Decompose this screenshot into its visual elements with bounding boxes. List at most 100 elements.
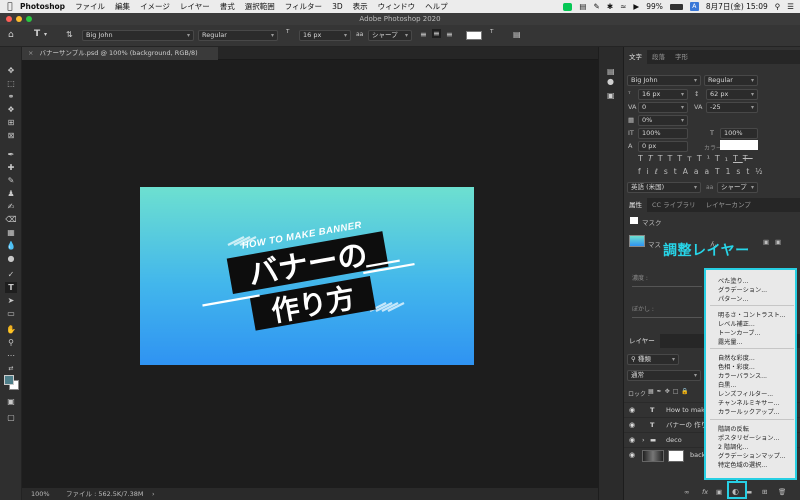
healing-brush-tool-icon[interactable]: ✚ bbox=[5, 162, 17, 173]
quick-mask-icon[interactable]: ▣ bbox=[5, 396, 17, 407]
brush-tool-icon[interactable]: ✎ bbox=[5, 175, 17, 186]
menu-file[interactable]: ファイル bbox=[75, 1, 105, 12]
menu-item-exposure[interactable]: 露光量... bbox=[718, 337, 742, 346]
more-tools-icon[interactable]: ⋯ bbox=[5, 350, 17, 361]
line-icon[interactable] bbox=[563, 2, 573, 11]
visibility-eye-icon[interactable]: ◉ bbox=[629, 448, 635, 463]
tab-paragraph[interactable]: 段落 bbox=[647, 50, 670, 64]
layer-style-fx-icon[interactable]: fx bbox=[702, 488, 708, 496]
char-antialias[interactable]: シャープ ▾ bbox=[717, 182, 758, 193]
wifi-icon[interactable]: ≈ bbox=[620, 2, 626, 11]
font-style-select[interactable]: Regular ▾ bbox=[198, 30, 278, 41]
all-caps-icon[interactable]: TT bbox=[658, 154, 678, 163]
link-layers-icon[interactable]: ∞ bbox=[684, 488, 689, 496]
menu-item-selective-color[interactable]: 特定色域の選択... bbox=[718, 460, 767, 469]
swap-colors-icon[interactable]: ⇄ bbox=[5, 363, 17, 374]
menu-item-black-white[interactable]: 白黒... bbox=[718, 380, 736, 389]
menu-image[interactable]: イメージ bbox=[140, 1, 170, 12]
zoom-level[interactable]: 100% bbox=[31, 488, 50, 500]
char-horizontal-scale[interactable]: 100% bbox=[720, 128, 758, 139]
menu-item-channel-mixer[interactable]: チャンネルミキサー... bbox=[718, 398, 779, 407]
visibility-eye-icon[interactable]: ◉ bbox=[629, 403, 635, 418]
faux-bold-icon[interactable]: T bbox=[638, 154, 648, 163]
antialias-select[interactable]: シャープ ▾ bbox=[368, 30, 412, 41]
visibility-eye-icon[interactable]: ◉ bbox=[629, 433, 635, 448]
menu-item-vibrance[interactable]: 自然な彩度... bbox=[718, 353, 755, 362]
close-window-button[interactable] bbox=[6, 16, 12, 22]
bluetooth-icon[interactable]: ✱ bbox=[607, 2, 613, 11]
menu-type[interactable]: 書式 bbox=[220, 1, 235, 12]
superscript-icon[interactable]: T¹ bbox=[697, 154, 715, 163]
mask-thumbnail[interactable] bbox=[629, 235, 645, 247]
eraser-tool-icon[interactable]: ⌫ bbox=[5, 214, 17, 225]
menu-3d[interactable]: 3D bbox=[332, 2, 343, 11]
char-font-style[interactable]: Regular ▾ bbox=[704, 75, 758, 86]
tab-glyphs[interactable]: 字形 bbox=[670, 50, 693, 64]
file-info[interactable]: ファイル : 562.5K/7.38M bbox=[66, 488, 143, 500]
type-tool-preset-icon[interactable]: T bbox=[34, 29, 40, 39]
tab-layer-comps[interactable]: レイヤーカンプ bbox=[701, 198, 756, 212]
char-font-family[interactable]: Big John ▾ bbox=[627, 75, 701, 86]
strikethrough-icon[interactable]: T bbox=[743, 154, 753, 163]
status-chevron-icon[interactable]: › bbox=[152, 488, 155, 500]
expand-group-icon[interactable]: › bbox=[642, 433, 645, 448]
menu-item-gradient[interactable]: グラデーション... bbox=[718, 285, 767, 294]
move-tool-icon[interactable]: ✥ bbox=[5, 65, 17, 76]
menu-filter[interactable]: フィルター bbox=[285, 1, 322, 12]
menu-item-photo-filter[interactable]: レンズフィルター... bbox=[718, 389, 773, 398]
battery-percent[interactable]: 99% bbox=[646, 2, 663, 11]
input-source-icon[interactable]: A bbox=[689, 2, 699, 11]
brush-icon[interactable]: ✎ bbox=[594, 2, 600, 11]
toggle-orientation-icon[interactable]: ⇅ bbox=[66, 30, 73, 39]
frame-tool-icon[interactable]: ⊠ bbox=[5, 130, 17, 141]
blend-mode-select[interactable]: 通常 ▾ bbox=[627, 370, 701, 381]
rectangle-tool-icon[interactable]: ▭ bbox=[5, 308, 17, 319]
tab-layers[interactable]: レイヤー bbox=[624, 334, 660, 348]
history-panel-icon[interactable]: ▤ bbox=[607, 67, 615, 76]
menu-item-hue-saturation[interactable]: 色相・彩度... bbox=[718, 362, 755, 371]
character-panel-toggle-icon[interactable]: ▤ bbox=[513, 30, 521, 39]
swash-icon[interactable]: ℓ bbox=[655, 167, 664, 176]
char-language[interactable]: 英語 (米国) ▾ bbox=[627, 182, 701, 193]
menu-item-pattern[interactable]: パターン... bbox=[718, 294, 748, 303]
hand-tool-icon[interactable]: ✋ bbox=[5, 324, 17, 335]
layer-filter-select[interactable]: ⚲ 種類 ▾ bbox=[627, 354, 679, 365]
pixel-mask-icon[interactable]: ▣ bbox=[763, 238, 769, 246]
tab-cc-libraries[interactable]: CC ライブラリ bbox=[647, 198, 701, 212]
char-font-size[interactable]: 16 px ▾ bbox=[638, 89, 688, 100]
learn-panel-icon[interactable]: ● bbox=[607, 77, 614, 86]
align-center-icon[interactable]: ≡ bbox=[432, 29, 441, 38]
char-vertical-scale[interactable]: 100% bbox=[638, 128, 688, 139]
stylistic-a-icon[interactable]: A bbox=[683, 167, 694, 176]
crop-tool-icon[interactable]: ⊞ bbox=[5, 117, 17, 128]
screen-mode-icon[interactable]: ▢ bbox=[5, 412, 17, 423]
char-leading[interactable]: 62 px ▾ bbox=[706, 89, 758, 100]
menu-item-color-lookup[interactable]: カラールックアップ... bbox=[718, 407, 780, 416]
vector-mask-icon[interactable]: ▣ bbox=[775, 238, 781, 246]
chevron-down-icon[interactable]: ▾ bbox=[44, 31, 47, 38]
menu-window[interactable]: ウィンドウ bbox=[378, 1, 416, 12]
char-kerning[interactable]: 0 ▾ bbox=[638, 102, 688, 113]
menu-item-gradient-map[interactable]: グラデーションマップ... bbox=[718, 451, 786, 460]
spotlight-icon[interactable]: ⚲ bbox=[775, 2, 781, 11]
fraction-icon[interactable]: ½ bbox=[755, 167, 768, 176]
menu-layer[interactable]: レイヤー bbox=[180, 1, 210, 12]
quick-select-tool-icon[interactable]: ❖ bbox=[5, 104, 17, 115]
text-color-swatch[interactable] bbox=[466, 31, 482, 40]
menu-select[interactable]: 選択範囲 bbox=[245, 1, 275, 12]
feather-slider[interactable] bbox=[632, 317, 702, 318]
menu-item-color-balance[interactable]: カラーバランス... bbox=[718, 371, 767, 380]
delete-layer-icon[interactable]: 🗑 bbox=[778, 488, 786, 496]
home-icon[interactable]: ⌂ bbox=[8, 30, 14, 40]
path-select-tool-icon[interactable]: ➤ bbox=[5, 295, 17, 306]
visibility-eye-icon[interactable]: ◉ bbox=[629, 418, 635, 433]
foreground-color-swatch[interactable] bbox=[4, 375, 14, 385]
type-tool-icon[interactable]: T bbox=[5, 282, 17, 293]
clipboard-icon[interactable]: ▤ bbox=[579, 2, 586, 11]
tab-character[interactable]: 文字 bbox=[624, 50, 647, 64]
new-layer-icon[interactable]: ⊞ bbox=[762, 488, 767, 496]
titling-icon[interactable]: T bbox=[715, 167, 726, 176]
banner-artwork[interactable]: HOW TO MAKE BANNER バナーの 作り方 bbox=[140, 187, 474, 365]
lasso-tool-icon[interactable]: ⚭ bbox=[5, 91, 17, 102]
warp-text-icon[interactable]: ᵀ bbox=[490, 29, 493, 39]
